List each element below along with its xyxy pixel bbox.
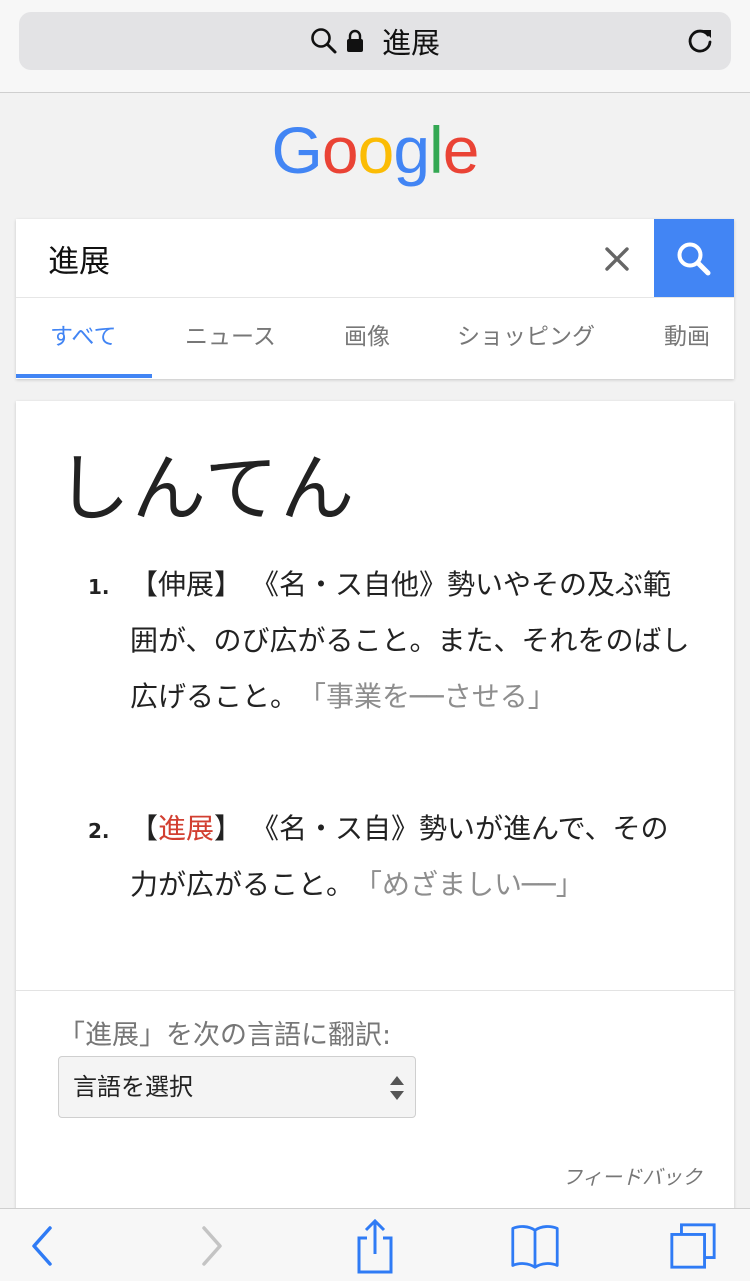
bookmarks-icon [511,1225,559,1269]
search-icon [311,28,337,54]
bracket-open: 【 [130,568,159,601]
tab-news[interactable]: ニュース [185,298,276,379]
clear-icon[interactable] [599,241,635,277]
bookmarks-button[interactable] [510,1221,560,1271]
bracket-open: 【 [130,812,159,845]
logo-letter-5: e [442,113,480,187]
definition-body: 【伸展】 《名・ス自他》勢いやその及ぶ範囲が、のび広がること。また、それをのばし… [130,557,690,725]
logo-letter-4: l [429,113,444,187]
definition-number: 1. [88,575,110,599]
active-tab-indicator [16,374,152,378]
tab-videos[interactable]: 動画 [664,298,710,379]
browser-address-bar: 進展 [0,0,750,93]
share-button[interactable] [350,1218,400,1274]
logo-letter-1: o [321,113,359,187]
back-button[interactable] [18,1221,68,1271]
logo-letter-0: G [271,113,323,187]
url-text: 進展 [381,26,440,60]
definition-example: 「めざましい──」 [368,868,584,901]
search-tabs: すべて ニュース 画像 ショッピング 動画 [16,298,734,379]
definition-kanji: 伸展 [158,568,215,601]
search-input[interactable] [16,219,654,297]
language-select[interactable]: 言語を選択 [58,1056,416,1118]
language-select-value: 言語を選択 [73,1073,193,1101]
search-button[interactable] [654,219,734,298]
definition-number: 2. [88,819,110,843]
search-icon [677,242,711,275]
forward-button[interactable] [186,1221,236,1271]
logo-letter-3: g [393,113,430,187]
part-of-speech: 《名・ス自》 [250,812,419,845]
chevron-left-icon [32,1226,52,1266]
tab-all[interactable]: すべて [50,298,116,379]
feedback-link[interactable]: フィードバック [562,1161,702,1190]
part-of-speech: 《名・ス自他》 [250,568,447,601]
tabs-button[interactable] [668,1221,718,1271]
bracket-close: 】 [214,812,243,845]
logo-letter-2: o [357,113,395,187]
select-arrows-icon [390,1076,404,1100]
reload-icon[interactable] [685,26,715,56]
dictionary-card: しんてん 1. 【伸展】 《名・ス自他》勢いやその及ぶ範囲が、のび広がること。ま… [16,401,734,1211]
share-icon [357,1218,393,1274]
tabs-icon [670,1223,716,1269]
bracket-close: 】 [214,568,243,601]
definition-example: 「事業を──させる」 [312,680,556,713]
url-field[interactable]: 進展 [19,12,731,70]
definition-kanji: 進展 [158,812,215,845]
definition-body: 【進展】 《名・ス自》勢いが進んで、その力が広がること。 「めざましい──」 [130,801,690,913]
lock-icon [346,29,363,52]
tab-images[interactable]: 画像 [344,298,390,379]
dictionary-reading: しんてん [56,446,357,532]
divider [16,990,734,991]
tab-shopping[interactable]: ショッピング [457,298,595,379]
search-card: すべて ニュース 画像 ショッピング 動画 [16,219,734,379]
translate-label: 「進展」を次の言語に翻訳: [58,1020,392,1051]
browser-toolbar [0,1208,750,1281]
google-logo: Google [0,112,750,188]
chevron-right-icon [202,1226,222,1266]
